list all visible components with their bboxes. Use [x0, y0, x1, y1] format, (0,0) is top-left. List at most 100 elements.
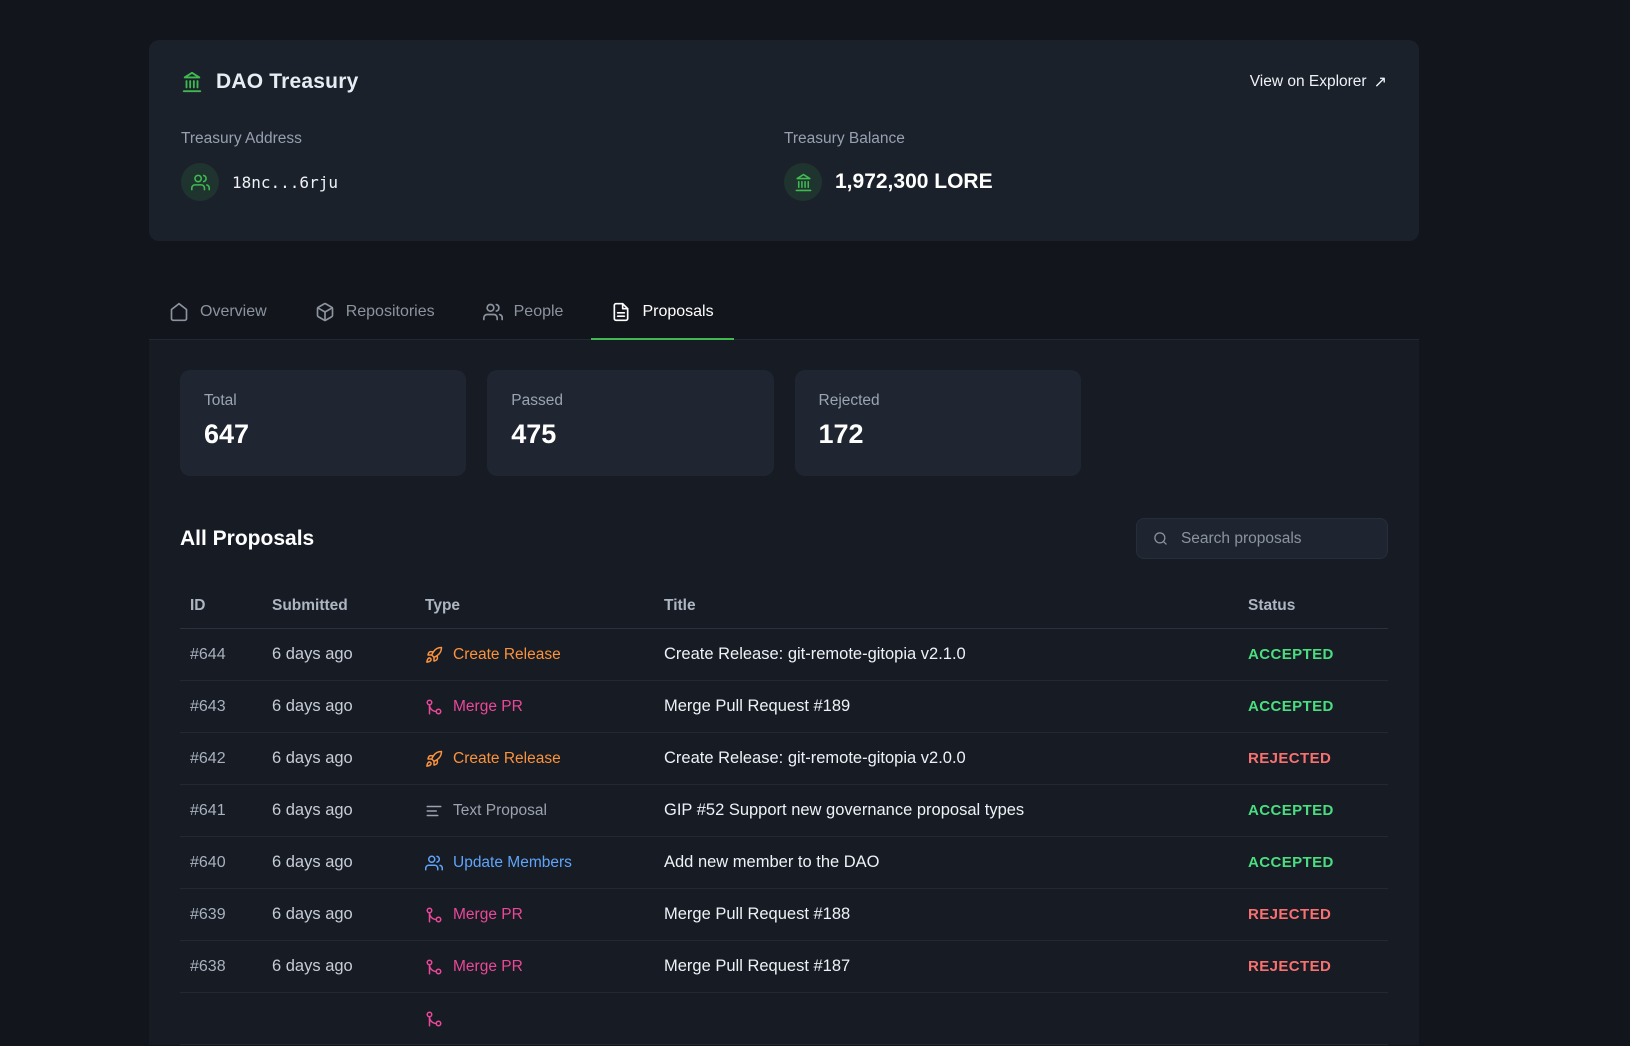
- external-link-icon: ↗: [1374, 72, 1387, 92]
- proposal-type-label: Text Proposal: [453, 802, 547, 820]
- treasury-address-label: Treasury Address: [181, 130, 784, 148]
- rocket-icon: [425, 750, 443, 768]
- table-row[interactable]: #644 6 days ago Create Release Create Re…: [180, 629, 1388, 681]
- proposal-id: #638: [190, 958, 272, 976]
- bank-icon: [784, 163, 822, 201]
- file-text-icon: [611, 302, 631, 322]
- proposal-title[interactable]: GIP #52 Support new governance proposal …: [664, 801, 1248, 820]
- home-icon: [169, 302, 189, 322]
- treasury-card: DAO Treasury View on Explorer ↗ Treasury…: [149, 40, 1419, 241]
- proposal-title[interactable]: Add new member to the DAO: [664, 853, 1248, 872]
- proposal-status: ACCEPTED: [1248, 802, 1388, 819]
- box-icon: [315, 302, 335, 322]
- proposal-type-label: Merge PR: [453, 906, 523, 924]
- tab-overview[interactable]: Overview: [149, 287, 287, 339]
- proposal-submitted: 6 days ago: [272, 645, 425, 664]
- stats-row: Total 647 Passed 475 Rejected 172: [180, 370, 1388, 476]
- table-row[interactable]: #638 6 days ago Merge PR Merge Pull Requ…: [180, 941, 1388, 993]
- column-header-status: Status: [1248, 597, 1388, 615]
- proposal-status: REJECTED: [1248, 750, 1388, 767]
- git-merge-icon: [425, 698, 443, 716]
- column-header-type: Type: [425, 597, 664, 615]
- proposal-status: REJECTED: [1248, 906, 1388, 923]
- table-row[interactable]: #643 6 days ago Merge PR Merge Pull Requ…: [180, 681, 1388, 733]
- stat-label: Total: [204, 392, 442, 410]
- search-icon: [1153, 530, 1168, 547]
- users-icon: [483, 302, 503, 322]
- proposal-submitted: 6 days ago: [272, 801, 425, 820]
- proposal-type: Merge PR: [425, 698, 664, 716]
- table-row[interactable]: #640 6 days ago Update Members Add new m…: [180, 837, 1388, 889]
- proposal-submitted: 6 days ago: [272, 697, 425, 716]
- table-header: ID Submitted Type Title Status: [180, 583, 1388, 629]
- page: DAO Treasury View on Explorer ↗ Treasury…: [149, 0, 1419, 1045]
- proposal-type: Create Release: [425, 750, 664, 768]
- treasury-balance-label: Treasury Balance: [784, 130, 1387, 148]
- git-merge-icon: [425, 958, 443, 976]
- proposals-table-body: #644 6 days ago Create Release Create Re…: [180, 629, 1388, 1045]
- proposal-id: #644: [190, 646, 272, 664]
- users-icon: [425, 854, 443, 872]
- tab-proposals[interactable]: Proposals: [591, 287, 733, 339]
- git-merge-icon: [425, 906, 443, 924]
- rocket-icon: [425, 646, 443, 664]
- proposal-type: [425, 1010, 664, 1028]
- table-row[interactable]: #642 6 days ago Create Release Create Re…: [180, 733, 1388, 785]
- proposal-status: ACCEPTED: [1248, 646, 1388, 663]
- tab-repositories[interactable]: Repositories: [295, 287, 455, 339]
- proposal-title[interactable]: Create Release: git-remote-gitopia v2.0.…: [664, 749, 1248, 768]
- proposal-type: Text Proposal: [425, 802, 664, 820]
- proposal-type-label: Merge PR: [453, 958, 523, 976]
- tab-label: Repositories: [346, 303, 435, 321]
- search-box[interactable]: [1136, 518, 1388, 559]
- proposal-status: ACCEPTED: [1248, 854, 1388, 871]
- proposal-type: Create Release: [425, 646, 664, 664]
- stat-label: Rejected: [819, 392, 1057, 410]
- tab-people[interactable]: People: [463, 287, 584, 339]
- tab-bar: Overview Repositories People Proposals: [149, 287, 1419, 340]
- proposals-table: ID Submitted Type Title Status #644 6 da…: [180, 583, 1388, 1045]
- proposal-status: REJECTED: [1248, 958, 1388, 975]
- explorer-link-label: View on Explorer: [1250, 73, 1367, 91]
- proposal-id: #642: [190, 750, 272, 768]
- proposal-title[interactable]: Merge Pull Request #189: [664, 697, 1248, 716]
- stat-label: Passed: [511, 392, 749, 410]
- proposal-status: ACCEPTED: [1248, 698, 1388, 715]
- tab-label: Overview: [200, 303, 267, 321]
- stat-value: 172: [819, 419, 1057, 450]
- proposal-title[interactable]: Merge Pull Request #187: [664, 957, 1248, 976]
- search-input[interactable]: [1179, 529, 1371, 549]
- section-title: All Proposals: [180, 527, 314, 551]
- proposal-id: #639: [190, 906, 272, 924]
- stat-value: 647: [204, 419, 442, 450]
- treasury-balance-block: Treasury Balance 1,972,300 LORE: [784, 130, 1387, 201]
- table-row[interactable]: [180, 993, 1388, 1045]
- text-lines-icon: [425, 802, 443, 820]
- column-header-submitted: Submitted: [272, 597, 425, 615]
- view-on-explorer-link[interactable]: View on Explorer ↗: [1250, 72, 1387, 92]
- proposal-title[interactable]: Create Release: git-remote-gitopia v2.1.…: [664, 645, 1248, 664]
- treasury-address-block: Treasury Address 18nc...6rju: [181, 130, 784, 201]
- column-header-id: ID: [190, 597, 272, 615]
- tab-label: People: [514, 303, 564, 321]
- page-title: DAO Treasury: [216, 70, 358, 94]
- proposal-type: Update Members: [425, 854, 664, 872]
- proposal-type: Merge PR: [425, 906, 664, 924]
- treasury-address-value[interactable]: 18nc...6rju: [232, 173, 338, 192]
- proposal-submitted: 6 days ago: [272, 853, 425, 872]
- table-row[interactable]: #641 6 days ago Text Proposal GIP #52 Su…: [180, 785, 1388, 837]
- proposal-submitted: 6 days ago: [272, 749, 425, 768]
- proposal-type-label: Create Release: [453, 646, 561, 664]
- stat-card-rejected: Rejected 172: [795, 370, 1081, 476]
- table-row[interactable]: #639 6 days ago Merge PR Merge Pull Requ…: [180, 889, 1388, 941]
- stat-card-passed: Passed 475: [487, 370, 773, 476]
- proposal-type: Merge PR: [425, 958, 664, 976]
- proposal-title[interactable]: Merge Pull Request #188: [664, 905, 1248, 924]
- proposal-type-label: Create Release: [453, 750, 561, 768]
- treasury-balance-value: 1,972,300 LORE: [835, 170, 993, 194]
- bank-icon: [181, 71, 203, 93]
- proposals-panel: Total 647 Passed 475 Rejected 172 All Pr…: [149, 340, 1419, 1045]
- tab-label: Proposals: [642, 303, 713, 321]
- users-icon: [181, 163, 219, 201]
- stat-card-total: Total 647: [180, 370, 466, 476]
